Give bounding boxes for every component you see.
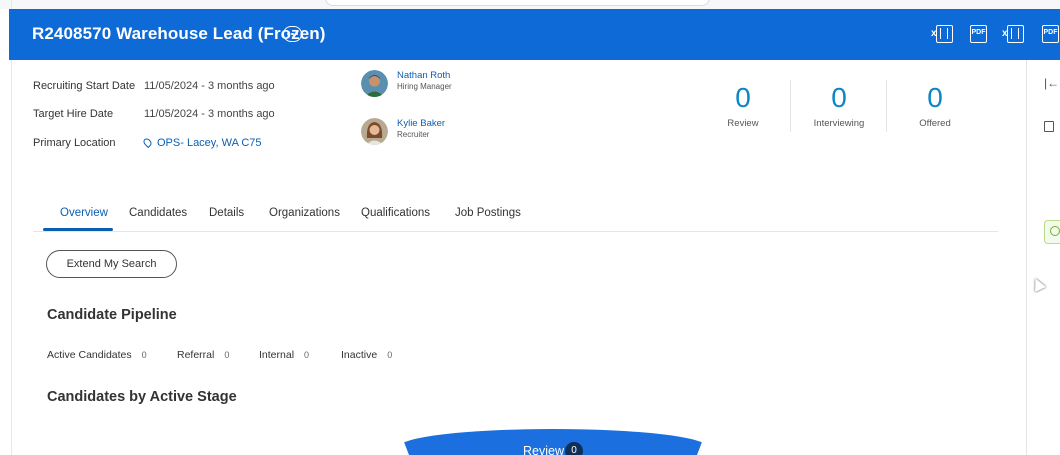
interviewing-count[interactable]: 0	[789, 82, 889, 114]
recruiting-start-label: Recruiting Start Date	[33, 80, 136, 92]
review-stat[interactable]: 0 Review	[693, 82, 793, 129]
job-requisition-header: R2408570 Warehouse Lead (Frozen) PDF PDF	[9, 9, 1060, 60]
address-bar[interactable]	[325, 0, 710, 6]
review-stage-funnel[interactable]: Review 0	[399, 429, 707, 455]
pipeline-count: 0	[141, 350, 147, 360]
primary-location-link[interactable]: OPS- Lacey, WA C75	[141, 136, 262, 149]
pipeline-count: 0	[304, 350, 310, 360]
hiring-manager-role: Hiring Manager	[397, 82, 452, 91]
active-tab-indicator	[43, 228, 113, 231]
avatar	[361, 118, 388, 145]
offered-stat[interactable]: 0 Offered	[885, 82, 985, 129]
primary-location-label: Primary Location	[33, 137, 116, 149]
review-label: Review	[727, 118, 759, 129]
target-hire-label: Target Hire Date	[33, 108, 114, 120]
pdf-export-icon[interactable]: PDF	[1042, 25, 1059, 43]
offered-label: Offered	[919, 118, 951, 129]
review-count[interactable]: 0	[693, 82, 793, 114]
candidates-by-stage-heading: Candidates by Active Stage	[47, 389, 237, 405]
funnel-count-badge: 0	[565, 442, 583, 455]
tab-qualifications[interactable]: Qualifications	[361, 207, 430, 219]
pipeline-label: Referral	[177, 349, 215, 361]
pipeline-label: Inactive	[341, 349, 378, 361]
collapse-panel-icon[interactable]: |←	[1044, 76, 1059, 90]
pdf-export-icon[interactable]: PDF	[970, 25, 987, 43]
tab-details[interactable]: Details	[209, 207, 244, 219]
funnel-stage-label: Review	[523, 444, 564, 455]
mouse-cursor-icon	[1030, 276, 1046, 292]
primary-location-value: OPS- Lacey, WA C75	[157, 137, 262, 149]
notes-icon[interactable]	[1044, 121, 1054, 132]
pipeline-label: Active Candidates	[47, 349, 132, 361]
tab-bar: Overview Candidates Details Organization…	[33, 205, 998, 232]
more-options-icon[interactable]	[283, 26, 302, 42]
pipeline-referral[interactable]: Referral 0	[177, 349, 229, 361]
tab-candidates[interactable]: Candidates	[129, 207, 187, 219]
chat-icon[interactable]	[1044, 220, 1060, 244]
pipeline-active-candidates[interactable]: Active Candidates 0	[47, 349, 147, 361]
offered-count[interactable]: 0	[885, 82, 985, 114]
pipeline-inactive[interactable]: Inactive 0	[341, 349, 392, 361]
avatar	[361, 70, 388, 97]
target-hire-value: 11/05/2024 - 3 months ago	[144, 108, 275, 120]
interviewing-label: Interviewing	[813, 118, 865, 129]
hiring-manager-name[interactable]: Nathan Roth	[397, 70, 450, 81]
tab-job-postings[interactable]: Job Postings	[455, 207, 521, 219]
left-border	[11, 0, 12, 455]
recruiter-role: Recruiter	[397, 130, 430, 139]
pipeline-count: 0	[387, 350, 393, 360]
interviewing-stat[interactable]: 0 Interviewing	[789, 82, 889, 129]
excel-export-icon[interactable]	[1002, 25, 1024, 43]
tab-organizations[interactable]: Organizations	[269, 207, 340, 219]
pipeline-count: 0	[224, 350, 230, 360]
right-rail-divider	[1026, 60, 1027, 455]
browser-top-strip	[0, 0, 1060, 9]
candidate-pipeline-heading: Candidate Pipeline	[47, 307, 177, 323]
excel-export-icon[interactable]	[931, 25, 953, 43]
recruiter-name[interactable]: Kylie Baker	[397, 118, 445, 129]
extend-my-search-button[interactable]: Extend My Search	[46, 250, 177, 278]
tab-overview[interactable]: Overview	[60, 207, 108, 219]
pipeline-internal[interactable]: Internal 0	[259, 349, 309, 361]
location-pin-icon	[141, 136, 154, 149]
pipeline-label: Internal	[259, 349, 295, 361]
recruiting-start-value: 11/05/2024 - 3 months ago	[144, 80, 275, 92]
page-title: R2408570 Warehouse Lead (Frozen)	[32, 24, 326, 43]
